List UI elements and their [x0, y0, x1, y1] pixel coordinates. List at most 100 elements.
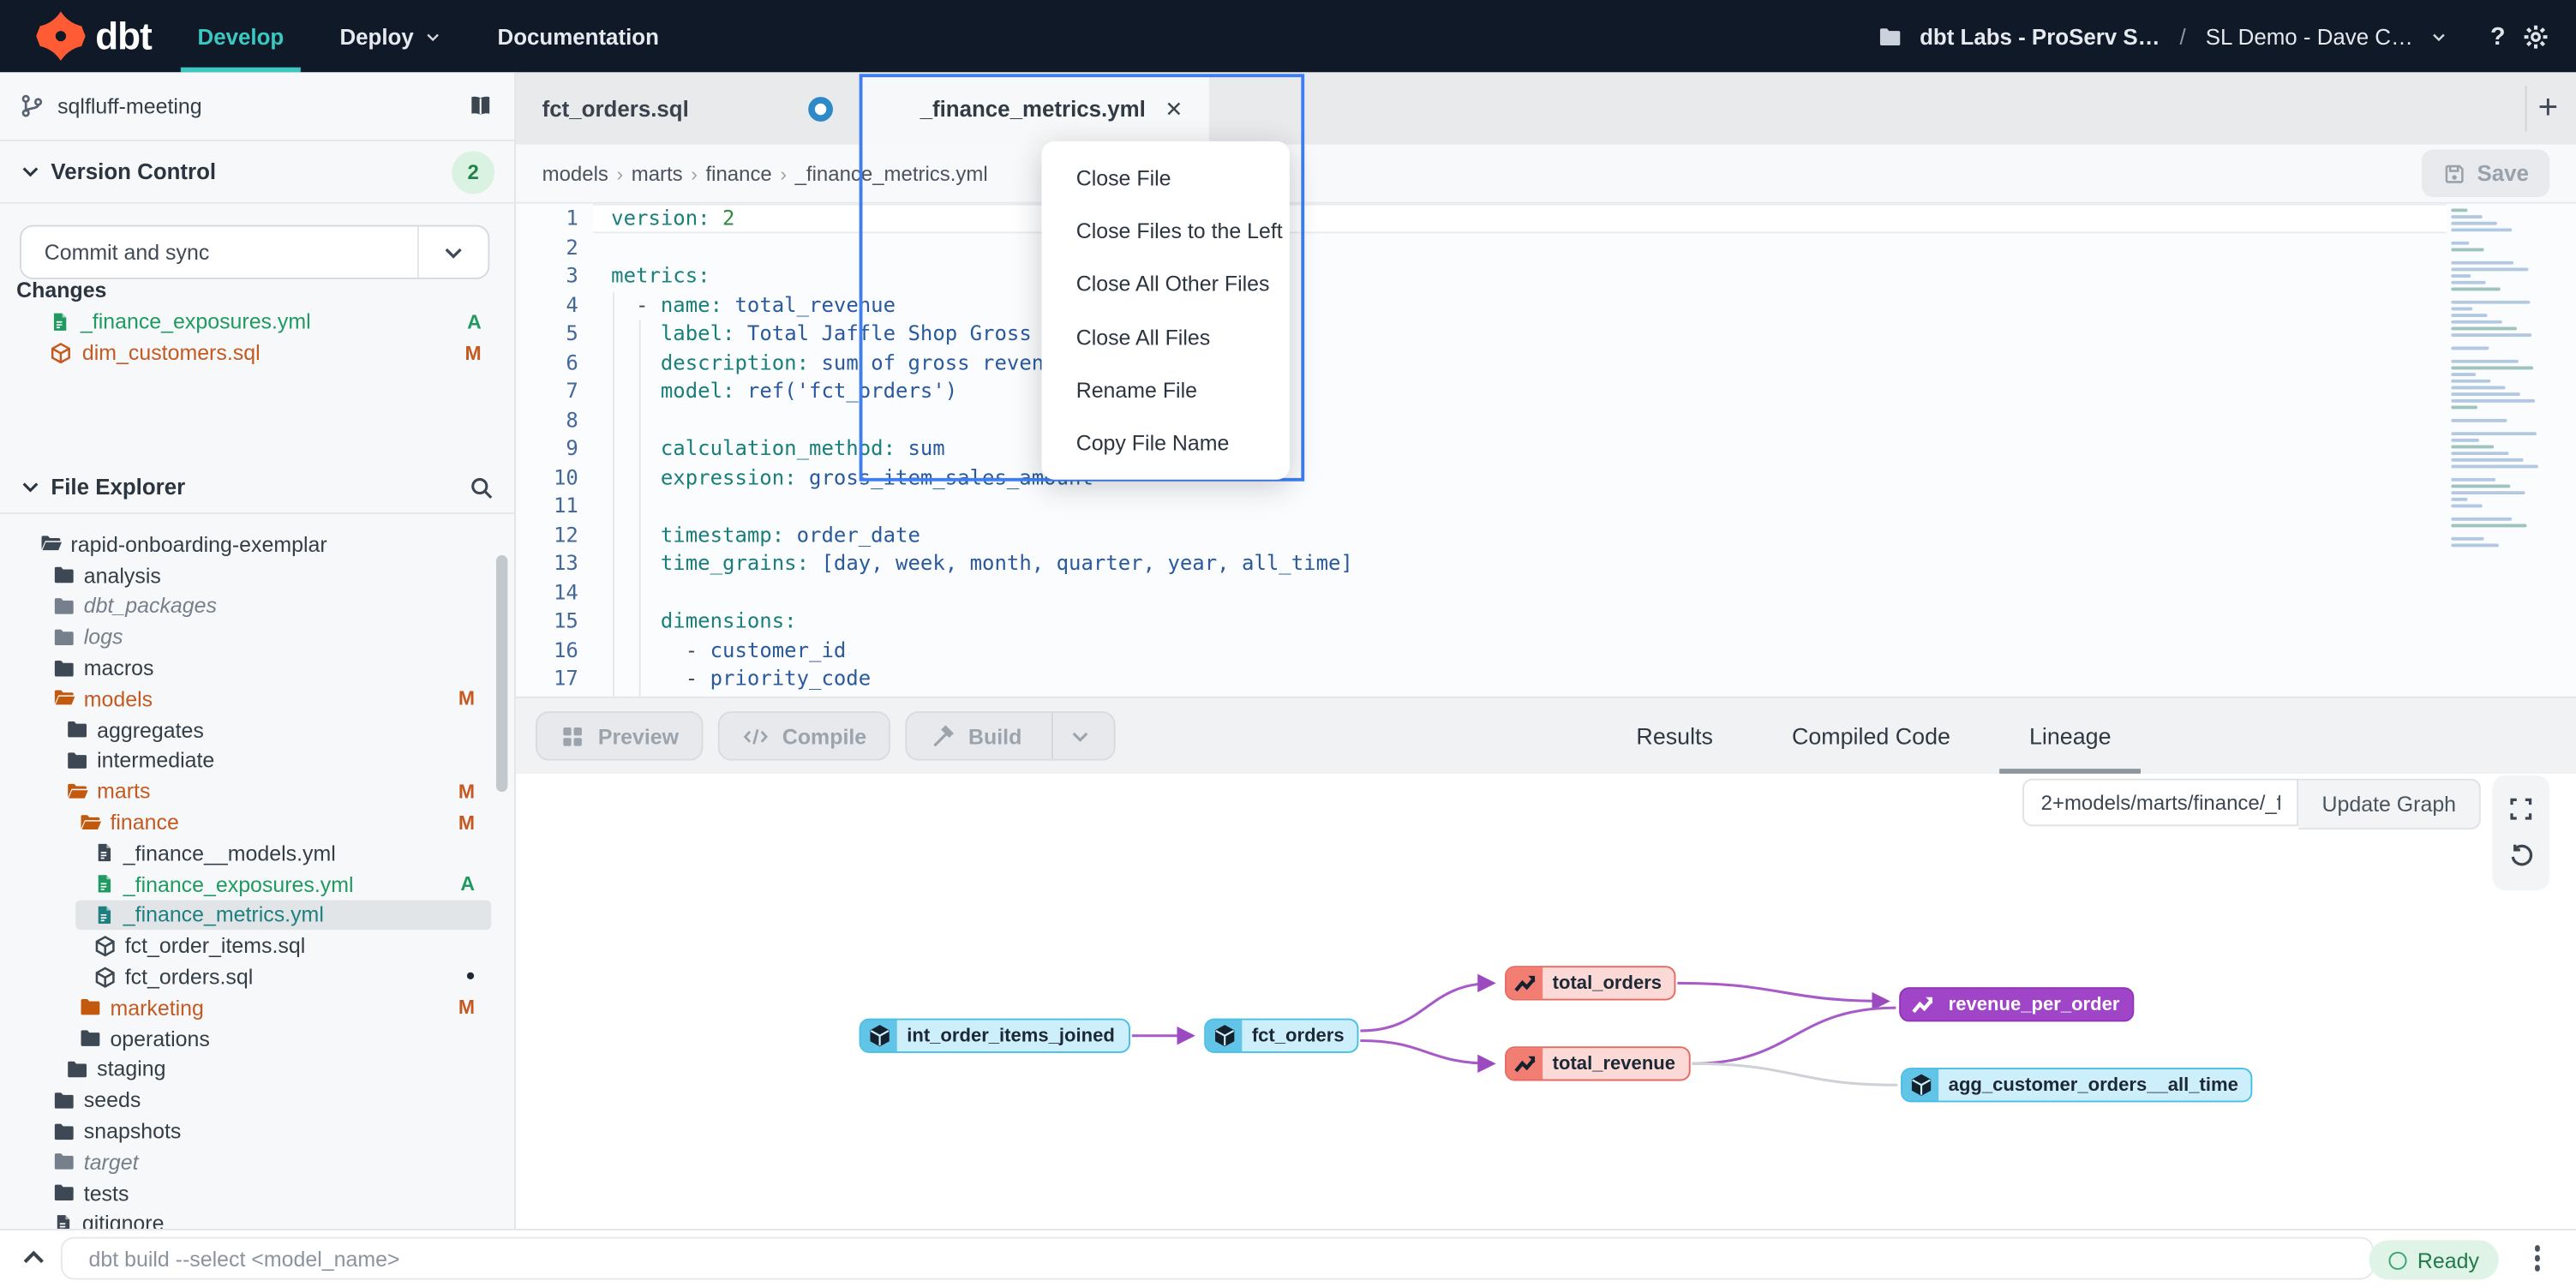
code-line-11[interactable]: 11	[516, 491, 2576, 520]
code-line-14[interactable]: 14	[516, 578, 2576, 607]
lineage-node-agg_customer_orders__all_time[interactable]: agg_customer_orders__all_time	[1901, 1068, 2253, 1102]
menu-item-copy-file-name[interactable]: Copy File Name	[1041, 416, 1289, 470]
tree-item-marts[interactable]: martsM	[0, 776, 514, 807]
build-button[interactable]: Build	[906, 711, 1115, 761]
code-line-1[interactable]: 1version: 2	[516, 204, 2576, 233]
breadcrumb-item[interactable]: marts	[632, 162, 683, 185]
menu-item-close-file[interactable]: Close File	[1041, 151, 1289, 204]
fullscreen-icon[interactable]	[2508, 796, 2533, 821]
breadcrumb-item[interactable]: models	[542, 162, 608, 185]
nav-item-develop[interactable]: Develop	[198, 0, 285, 72]
tree-item-fct_order_items.sql[interactable]: fct_order_items.sql	[0, 931, 514, 961]
code-line-3[interactable]: 3metrics:	[516, 261, 2576, 290]
close-icon[interactable]: ✕	[1165, 96, 1183, 123]
panel-tab-compiled-code[interactable]: Compiled Code	[1782, 698, 1960, 774]
tree-item-staging[interactable]: staging	[0, 1054, 514, 1085]
code-line-10[interactable]: 10 expression: gross_item_sales_amount	[516, 463, 2576, 492]
project-caret-icon[interactable]	[2429, 27, 2447, 45]
reset-view-icon[interactable]	[2507, 843, 2534, 870]
code-line-7[interactable]: 7 model: ref('fct_orders')	[516, 376, 2576, 405]
help-icon[interactable]: ?	[2490, 22, 2506, 51]
tree-item-dbt_packages[interactable]: dbt_packages	[0, 590, 514, 621]
search-icon[interactable]	[468, 474, 494, 500]
tab-fct-orders-sql[interactable]: fct_orders.sql	[516, 72, 860, 144]
changed-file-dim_customers.sql[interactable]: dim_customers.sql M	[0, 337, 514, 368]
lineage-node-fct_orders[interactable]: fct_orders	[1204, 1019, 1359, 1053]
settings-gear-icon[interactable]	[2522, 22, 2550, 51]
code-line-5[interactable]: 5 label: Total Jaffle Shop Gross Re	[516, 319, 2576, 348]
tree-item-target[interactable]: target	[0, 1146, 514, 1177]
code-line-6[interactable]: 6 description: sum of gross revenue	[516, 347, 2576, 376]
build-options-caret[interactable]	[1051, 713, 1091, 759]
commit-options-caret[interactable]	[417, 227, 488, 278]
project-name[interactable]: SL Demo - Dave C…	[2206, 24, 2413, 49]
minimap[interactable]	[2451, 208, 2553, 638]
lineage-node-int_order_items_joined[interactable]: int_order_items_joined	[860, 1019, 1129, 1053]
panel-tab-results[interactable]: Results	[1626, 698, 1723, 774]
lineage-node-total_revenue[interactable]: total_revenue	[1505, 1046, 1690, 1080]
tree-item-macros[interactable]: macros	[0, 652, 514, 683]
breadcrumb-item[interactable]: finance	[705, 162, 771, 185]
panel-tab-lineage[interactable]: Lineage	[2019, 698, 2121, 774]
menu-item-close-files-to-the-left[interactable]: Close Files to the Left	[1041, 204, 1289, 257]
tree-item-gitignore[interactable]: gitignore	[0, 1208, 514, 1229]
code-line-13[interactable]: 13 time_grains: [day, week, month, quart…	[516, 548, 2576, 578]
tree-item-tests[interactable]: tests	[0, 1177, 514, 1208]
file-explorer-header[interactable]: File Explorer	[0, 462, 514, 512]
tree-item-logs[interactable]: logs	[0, 621, 514, 652]
tree-item-operations[interactable]: operations	[0, 1023, 514, 1054]
version-control-header[interactable]: Version Control 2	[0, 141, 514, 204]
file-status-badge: M	[458, 996, 475, 1019]
folder-icon	[79, 996, 102, 1019]
tree-item-finance[interactable]: financeM	[0, 807, 514, 838]
tree-item-intermediate[interactable]: intermediate	[0, 745, 514, 776]
more-options-kebab-icon[interactable]	[2531, 1242, 2543, 1273]
tree-item-_finance_metrics.yml[interactable]: _finance_metrics.yml	[0, 900, 514, 931]
nav-item-deploy[interactable]: Deploy	[339, 0, 441, 72]
tree-item-_finance__models.yml[interactable]: _finance__models.yml	[0, 838, 514, 869]
code-line-8[interactable]: 8	[516, 405, 2576, 434]
compile-button[interactable]: Compile	[718, 711, 891, 761]
code-line-4[interactable]: 4 - name: total_revenue	[516, 290, 2576, 319]
tab-finance-metrics-yml[interactable]: _finance_metrics.yml ✕	[861, 74, 1209, 144]
commit-and-sync-button[interactable]: Commit and sync	[20, 225, 489, 279]
lineage-node-total_orders[interactable]: total_orders	[1505, 966, 1676, 1000]
code-editor[interactable]: 1version: 223metrics:4 - name: total_rev…	[516, 204, 2576, 697]
docs-book-icon[interactable]	[466, 93, 494, 118]
code-line-12[interactable]: 12 timestamp: order_date	[516, 520, 2576, 549]
git-branch-row[interactable]: sqlfluff-meeting	[0, 72, 514, 141]
tree-item-models[interactable]: modelsM	[0, 683, 514, 714]
tree-item-aggregates[interactable]: aggregates	[0, 715, 514, 745]
expand-panel-chevron-icon[interactable]	[20, 1243, 48, 1272]
dbt-command-input[interactable]	[61, 1237, 2374, 1280]
menu-item-close-all-other-files[interactable]: Close All Other Files	[1041, 257, 1289, 310]
changed-file-_finance_exposures.yml[interactable]: _finance_exposures.yml A	[0, 306, 514, 337]
nav-item-documentation[interactable]: Documentation	[498, 0, 659, 72]
scrollbar-thumb[interactable]	[496, 555, 507, 792]
new-tab-button[interactable]: +	[2526, 72, 2569, 144]
code-line-2[interactable]: 2	[516, 232, 2576, 261]
preview-button[interactable]: Preview	[536, 711, 704, 761]
menu-item-close-all-files[interactable]: Close All Files	[1041, 310, 1289, 363]
tree-item-_finance_exposures.yml[interactable]: _finance_exposures.ymlA	[0, 869, 514, 900]
breadcrumb-item[interactable]: _finance_metrics.yml	[795, 162, 988, 185]
tree-item-seeds[interactable]: seeds	[0, 1085, 514, 1116]
code-line-17[interactable]: 17 - priority_code	[516, 664, 2576, 693]
code-line-16[interactable]: 16 - customer_id	[516, 635, 2576, 664]
tree-item-analysis[interactable]: analysis	[0, 560, 514, 590]
account-name[interactable]: dbt Labs - ProServ S…	[1920, 24, 2160, 49]
menu-item-rename-file[interactable]: Rename File	[1041, 363, 1289, 416]
tree-item-fct_orders.sql[interactable]: fct_orders.sql•	[0, 961, 514, 992]
code-line-15[interactable]: 15 dimensions:	[516, 606, 2576, 635]
save-button[interactable]: Save	[2422, 149, 2550, 197]
tree-item-snapshots[interactable]: snapshots	[0, 1116, 514, 1146]
update-graph-button[interactable]: Update Graph	[2299, 779, 2481, 829]
line-number: 6	[516, 347, 578, 376]
lineage-selector-input[interactable]	[2023, 779, 2299, 827]
lineage-node-revenue_per_order[interactable]: revenue_per_order	[1899, 987, 2135, 1021]
tree-item-marketing[interactable]: marketingM	[0, 992, 514, 1023]
lineage-canvas[interactable]: Update Graph	[516, 774, 2576, 1229]
tree-item-rapid-onboarding-exemplar[interactable]: rapid-onboarding-exemplar	[0, 529, 514, 560]
dbt-logo[interactable]: dbt	[36, 11, 152, 61]
code-line-9[interactable]: 9 calculation_method: sum	[516, 434, 2576, 463]
